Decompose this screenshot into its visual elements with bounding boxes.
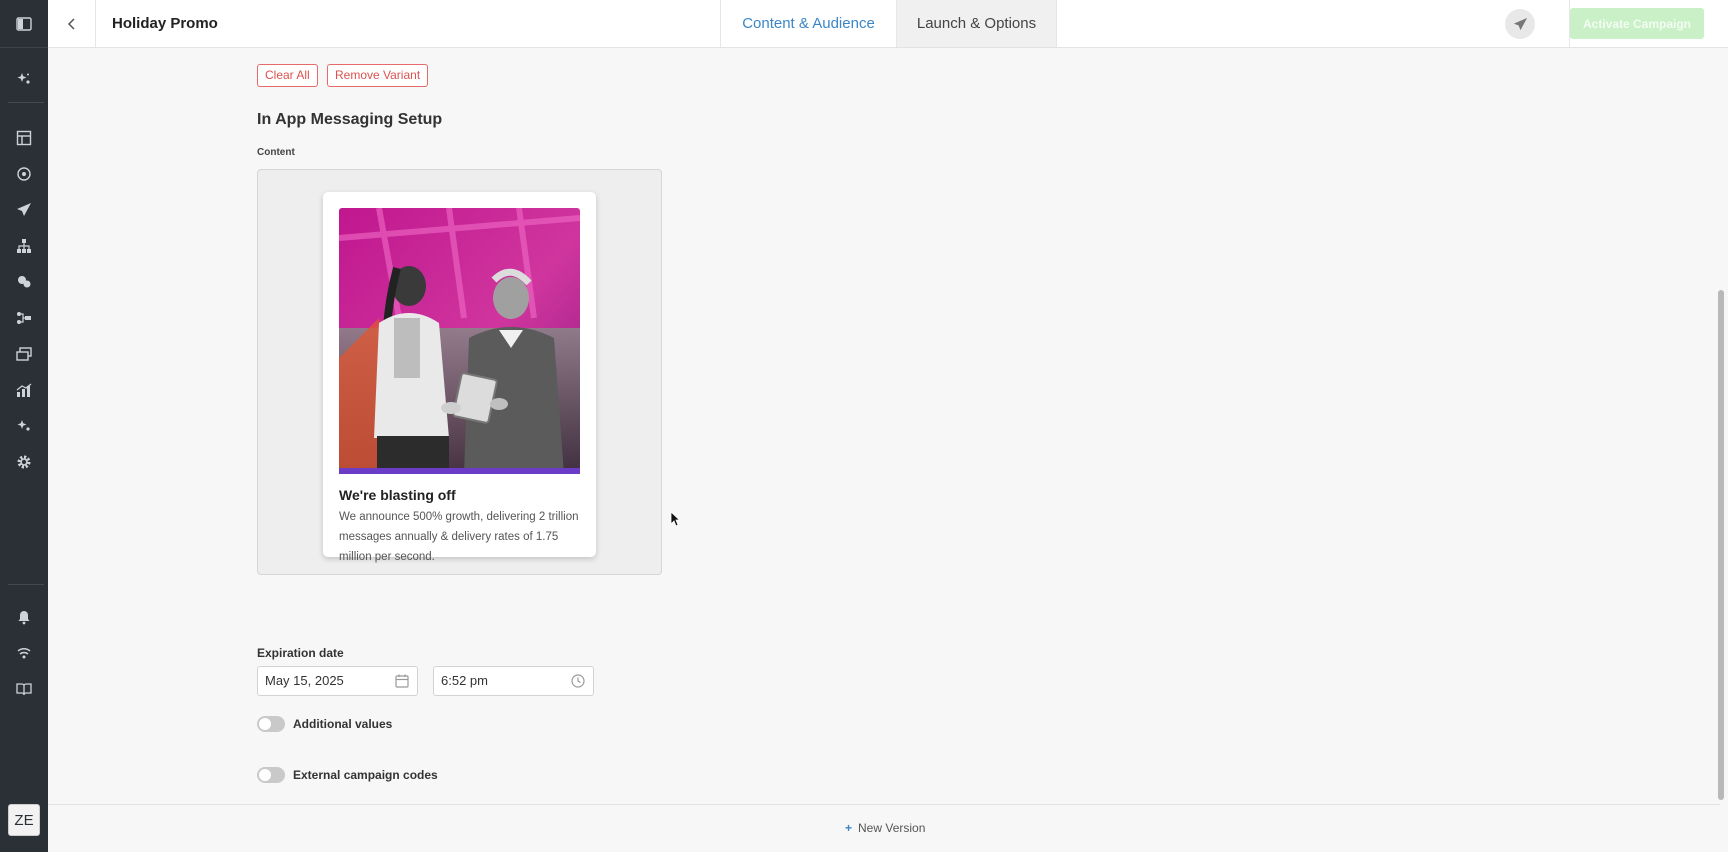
audience-icon[interactable] [0, 267, 48, 297]
additional-values-label: Additional values [293, 717, 393, 731]
wifi-icon[interactable] [0, 638, 48, 668]
expiration-date-input[interactable]: May 15, 2025 [257, 666, 418, 696]
main-content: Clear All Remove Variant In App Messagin… [48, 48, 1720, 804]
sidebar-toggle[interactable] [0, 0, 48, 48]
clock-icon [571, 674, 585, 688]
vertical-scrollbar[interactable] [1718, 290, 1724, 800]
message-body: We announce 500% growth, delivering 2 tr… [339, 511, 579, 563]
calendar-icon [395, 674, 409, 688]
content-label: Content [257, 147, 295, 158]
message-preview-area: We're blasting off We announce 500% grow… [257, 169, 662, 575]
tab-launch-options[interactable]: Launch & Options [896, 0, 1057, 47]
top-bar: Holiday Promo Content & Audience Launch … [48, 0, 1728, 48]
external-campaign-codes-label: External campaign codes [293, 768, 438, 782]
activate-campaign-button[interactable]: Activate Campaign [1570, 8, 1704, 39]
target-icon[interactable] [0, 159, 48, 189]
dashboard-icon[interactable] [0, 123, 48, 153]
expiration-time-value: 6:52 pm [441, 673, 488, 688]
send-icon[interactable] [0, 195, 48, 225]
additional-values-toggle[interactable] [257, 716, 285, 732]
analytics-icon[interactable] [0, 375, 48, 405]
ai-sparkles-icon[interactable] [0, 411, 48, 441]
panel-toggle-icon [16, 16, 32, 31]
back-button[interactable] [48, 0, 96, 47]
message-hero-image [339, 208, 580, 474]
remove-variant-button[interactable]: Remove Variant [327, 64, 429, 87]
plus-icon: + [845, 821, 853, 835]
settings-gear-icon[interactable] [0, 447, 48, 477]
message-title: We're blasting off [339, 487, 456, 503]
external-campaign-codes-toggle[interactable] [257, 767, 285, 783]
new-version-label: New Version [858, 821, 926, 835]
expiration-date-value: May 15, 2025 [265, 673, 344, 688]
templates-icon[interactable] [0, 339, 48, 369]
mouse-cursor-icon [670, 511, 680, 527]
send-test-button[interactable] [1505, 9, 1535, 39]
expiration-time-input[interactable]: 6:52 pm [433, 666, 594, 696]
chevron-left-icon [67, 17, 75, 30]
section-title: In App Messaging Setup [257, 111, 443, 128]
new-version-button[interactable]: + New Version [845, 821, 925, 835]
page-title: Holiday Promo [112, 15, 218, 32]
in-app-message-card[interactable]: We're blasting off We announce 500% grow… [323, 192, 596, 563]
tab-content-audience[interactable]: Content & Audience [720, 0, 896, 47]
hierarchy-icon[interactable] [0, 231, 48, 261]
docs-book-icon[interactable] [0, 674, 48, 704]
bell-icon[interactable] [0, 602, 48, 632]
journey-icon[interactable] [0, 303, 48, 333]
user-avatar[interactable]: ZE [8, 804, 40, 836]
expiration-date-label: Expiration date [257, 646, 344, 660]
sparkles-icon[interactable] [0, 64, 48, 94]
paper-plane-icon [1513, 17, 1527, 30]
footer-bar: + New Version [48, 804, 1720, 852]
left-sidebar: ZE [0, 0, 48, 852]
clear-all-button[interactable]: Clear All [257, 64, 318, 87]
